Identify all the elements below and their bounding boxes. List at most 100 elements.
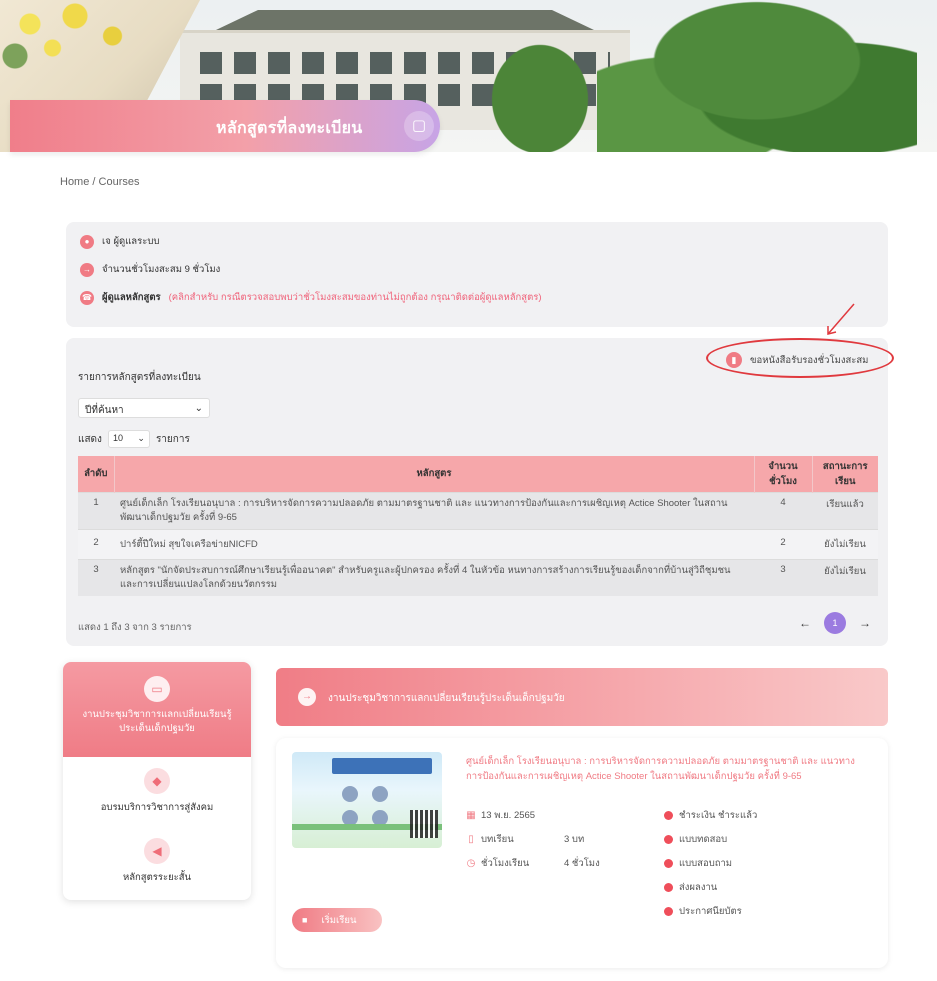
admin-hint[interactable]: (คลิกสำหรับ กรณีตรวจสอบพบว่าชั่วโมงสะสมข…: [169, 290, 542, 305]
checklist-label: ส่งผลงาน: [679, 882, 718, 893]
row-no: 3: [78, 558, 114, 596]
row-status: ยังไม่เรียน: [812, 558, 878, 596]
show-prefix: แสดง: [78, 433, 102, 445]
show-suffix: รายการ: [155, 433, 190, 445]
checklist-item: ส่งผลงาน: [664, 880, 717, 895]
year-select-value: ปีที่ค้นหา: [85, 405, 124, 416]
page-size-select[interactable]: 10 ⌄: [107, 430, 150, 448]
admin-row[interactable]: ☎ ผู้ดูแลหลักสูตร (คลิกสำหรับ กรณีตรวจสอ…: [80, 290, 542, 305]
course-date: ▦ 13 พ.ย. 2565: [466, 808, 535, 823]
chat-icon: ▭: [144, 676, 170, 702]
breadcrumb-current: Courses: [98, 176, 140, 188]
course-lessons: ▯ บทเรียน 3 บท: [466, 832, 584, 847]
status-dot-icon: [664, 811, 673, 820]
course-card: ศูนย์เด็กเล็ก โรงเรียนอนุบาล : การบริหาร…: [276, 738, 888, 968]
checklist-label: ชำระเงิน ชำระแล้ว: [679, 810, 758, 821]
course-poster[interactable]: [292, 752, 442, 848]
accumulated-hours: จำนวนชั่วโมงสะสม 9 ชั่วโมง: [102, 264, 221, 275]
row-course[interactable]: ศูนย์เด็กเล็ก โรงเรียนอนุบาล : การบริหาร…: [114, 491, 754, 529]
checklist-label: ประกาศนียบัตร: [679, 906, 742, 917]
checklist-label: แบบทดสอบ: [679, 834, 728, 845]
course-title[interactable]: ศูนย์เด็กเล็ก โรงเรียนอนุบาล : การบริหาร…: [466, 754, 866, 784]
clock-icon: ◷: [466, 858, 476, 869]
year-select[interactable]: ปีที่ค้นหา ⌄: [78, 398, 210, 418]
row-hours: 2: [754, 528, 812, 559]
request-certificate-button[interactable]: ▮ ขอหนังสือรับรองชั่วโมงสะสม: [726, 346, 868, 374]
menu-item-academic-service[interactable]: ◆ อบรมบริการวิชาการสู่สังคม: [63, 768, 251, 815]
hours-label: ชั่วโมงเรียน: [481, 858, 530, 869]
registered-courses-panel: ▮ ขอหนังสือรับรองชั่วโมงสะสม รายการหลักส…: [66, 338, 888, 646]
hours-value: 4 ชั่วโมง: [564, 858, 600, 869]
bookmark-icon: ▯: [468, 834, 474, 845]
course-date-value: 13 พ.ย. 2565: [481, 810, 536, 821]
courses-table: ลำดับ หลักสูตร จำนวน ชั่วโมง สถานะการ เร…: [78, 456, 878, 596]
request-certificate-label: ขอหนังสือรับรองชั่วโมงสะสม: [750, 354, 869, 366]
column-header-hours[interactable]: จำนวน ชั่วโมง: [754, 456, 813, 492]
table-row: 1 ศูนย์เด็กเล็ก โรงเรียนอนุบาล : การบริห…: [78, 491, 878, 529]
menu-item-short-course[interactable]: ◀ หลักสูตรระยะสั้น: [63, 838, 251, 885]
annotation-arrow-icon: [827, 303, 855, 335]
calendar-icon: ▦: [466, 810, 476, 821]
row-status: เรียนแล้ว: [812, 491, 878, 529]
status-dot-icon: [664, 883, 673, 892]
table-info: แสดง 1 ถึง 3 จาก 3 รายการ: [78, 622, 192, 633]
menu-item-label: อบรมบริการวิชาการสู่สังคม: [100, 802, 214, 813]
pagination: ← 1 →: [794, 612, 876, 634]
status-dot-icon: [664, 835, 673, 844]
column-header-no[interactable]: ลำดับ: [78, 456, 115, 492]
user-name: เจ ผู้ดูแลระบบ: [102, 236, 160, 247]
cube-icon: ◆: [144, 768, 170, 794]
checklist-item: ประกาศนียบัตร: [664, 904, 742, 919]
course-hours: ◷ ชั่วโมงเรียน 4 ชั่วโมง: [466, 856, 600, 871]
breadcrumb-home[interactable]: Home: [60, 176, 89, 188]
row-course[interactable]: ปาร์ตี้ปีใหม่ สุขใจเครือข่ายNICFD: [114, 528, 754, 559]
row-course[interactable]: หลักสูตร "นักจัดประสบการณ์ศึกษาเรียนรู้เ…: [114, 558, 754, 596]
checklist-item: ชำระเงิน ชำระแล้ว: [664, 808, 757, 823]
arrow-left-icon[interactable]: ←: [794, 612, 816, 634]
user-icon: ●: [80, 234, 94, 249]
row-status: ยังไม่เรียน: [812, 528, 878, 559]
chat-bubble-icon: ▢: [404, 111, 434, 141]
page-size-row: แสดง 10 ⌄ รายการ: [78, 430, 190, 448]
row-no: 2: [78, 528, 114, 559]
hours-row: → จำนวนชั่วโมงสะสม 9 ชั่วโมง: [80, 262, 220, 277]
arrow-right-icon: →: [298, 688, 316, 706]
menu-item-label: หลักสูตรระยะสั้น: [122, 872, 192, 883]
row-hours: 3: [754, 558, 812, 596]
arrow-right-icon: →: [80, 262, 94, 277]
panel-title: รายการหลักสูตรที่ลงทะเบียน: [78, 372, 201, 383]
start-learning-label: เริ่มเรียน: [321, 914, 357, 926]
section-title: งานประชุมวิชาการแลกเปลี่ยนเรียนรู้ประเด็…: [328, 693, 565, 704]
table-row: 3 หลักสูตร "นักจัดประสบการณ์ศึกษาเรียนรู…: [78, 558, 878, 596]
user-row: ● เจ ผู้ดูแลระบบ: [80, 234, 159, 249]
breadcrumb: Home / Courses: [60, 176, 140, 188]
checklist-label: แบบสอบถาม: [679, 858, 733, 869]
checklist-item: แบบทดสอบ: [664, 832, 727, 847]
chevron-down-icon: ⌄: [137, 433, 145, 443]
chevron-down-icon: ⌄: [194, 403, 203, 414]
column-header-course[interactable]: หลักสูตร: [114, 456, 755, 492]
user-info-card: ● เจ ผู้ดูแลระบบ → จำนวนชั่วโมงสะสม 9 ชั…: [66, 222, 888, 327]
start-learning-button[interactable]: ■ เริ่มเรียน: [292, 908, 382, 932]
page-button-1[interactable]: 1: [824, 612, 846, 634]
section-header: → งานประชุมวิชาการแลกเปลี่ยนเรียนรู้ประเ…: [276, 668, 888, 726]
menu-item-conference[interactable]: ▭ งานประชุมวิชาการแลกเปลี่ยนเรียนรู้ ประ…: [63, 662, 251, 757]
status-dot-icon: [664, 859, 673, 868]
category-menu: ▭ งานประชุมวิชาการแลกเปลี่ยนเรียนรู้ ประ…: [63, 662, 251, 900]
table-row: 2 ปาร์ตี้ปีใหม่ สุขใจเครือข่ายNICFD 2 ยั…: [78, 528, 878, 559]
checklist-item: แบบสอบถาม: [664, 856, 732, 871]
lessons-value: 3 บท: [564, 834, 585, 845]
menu-item-label: งานประชุมวิชาการแลกเปลี่ยนเรียนรู้ ประเด…: [82, 709, 232, 734]
lessons-label: บทเรียน: [481, 834, 514, 845]
row-no: 1: [78, 491, 114, 529]
megaphone-icon: ◀: [144, 838, 170, 864]
row-hours: 4: [754, 491, 812, 529]
arrow-right-icon[interactable]: →: [854, 612, 876, 634]
page-size-value: 10: [112, 433, 123, 443]
status-dot-icon: [664, 907, 673, 916]
column-header-status[interactable]: สถานะการ เรียน: [812, 456, 878, 492]
admin-label[interactable]: ผู้ดูแลหลักสูตร: [102, 290, 161, 305]
bookmark-icon: ▮: [726, 352, 742, 368]
page-title: หลักสูตรที่ลงทะเบียน: [216, 120, 363, 137]
breadcrumb-separator: /: [92, 176, 96, 188]
